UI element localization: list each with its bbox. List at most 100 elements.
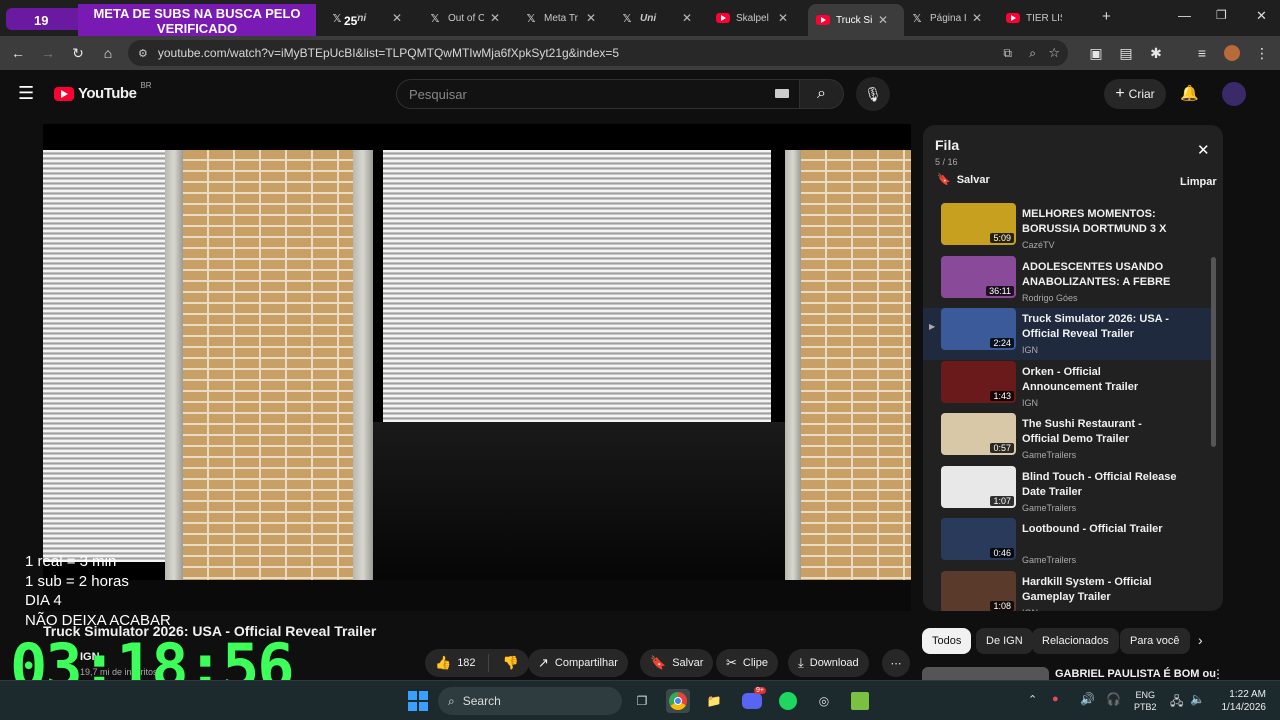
spotify-icon[interactable] [776,689,800,713]
chrome-icon[interactable] [666,689,690,713]
queue-item-channel[interactable]: GameTrailers [1022,450,1076,460]
tab-x-4[interactable]: 𝕏 Uni ✕ [620,6,708,30]
tab-x-3[interactable]: 𝕏 Meta Tr ✕ [524,6,612,30]
queue-item-thumbnail[interactable]: 0:57 [941,413,1016,455]
queue-item-title[interactable]: Blind Touch - Official Release Date Trai… [1022,470,1182,500]
close-icon[interactable]: ✕ [490,11,500,25]
home-icon[interactable]: ⌂ [98,43,118,63]
forward-icon[interactable]: → [38,43,58,63]
install-icon[interactable]: ⧉ [1003,46,1012,61]
queue-item[interactable]: ▶ 2:24 Truck Simulator 2026: USA - Officia… [923,308,1211,360]
browser-menu-icon[interactable]: ⋮ [1252,43,1272,63]
thumbs-down-icon[interactable]: 👎 [503,655,519,671]
extension-icon[interactable]: ▣ [1086,43,1106,63]
queue-item-thumbnail[interactable]: 5:09 [941,203,1016,245]
recommended-more-icon[interactable]: ⋮ [1212,667,1224,681]
queue-item-channel[interactable]: Rodrigo Góes [1022,293,1078,303]
queue-save-button[interactable]: 🔖 Salvar [937,173,990,187]
close-icon[interactable]: ✕ [778,11,788,25]
windows-start-icon[interactable] [406,689,430,713]
profile-avatar[interactable] [1222,43,1242,63]
extension-icon-2[interactable]: ▤ [1116,43,1136,63]
queue-item-thumbnail[interactable]: 36:11 [941,255,1016,298]
tray-headset-icon[interactable]: 🎧 [1106,692,1121,706]
speaker-icon[interactable]: 🔈 [1190,692,1205,706]
taskbar-search-box[interactable]: ⌕ Search [438,687,622,715]
share-button[interactable]: ↗ Compartilhar [528,649,628,677]
tray-app-icon[interactable]: ● [1052,693,1059,705]
close-icon[interactable]: ✕ [972,11,982,25]
tray-chevron-icon[interactable]: ⌃ [1028,693,1037,706]
restore-icon[interactable]: ❐ [1216,8,1227,22]
app-icon[interactable]: ◎ [812,689,836,713]
extensions-puzzle-icon[interactable]: ✱ [1146,43,1166,63]
tab-youtube-active[interactable]: Truck Si ✕ [808,4,904,36]
notifications-bell-icon[interactable]: 🔔 [1180,84,1199,102]
site-info-icon[interactable]: ⚙ [138,47,148,60]
queue-item-title[interactable]: Lootbound - Official Trailer [1022,522,1182,537]
queue-item-thumbnail[interactable]: 1:08 [941,570,1016,611]
create-button[interactable]: + Criar [1104,79,1166,109]
queue-item[interactable]: 5:09 MELHORES MOMENTOS: BORUSSIA DORTMUND… [923,203,1211,255]
chip-from-ign[interactable]: De IGN [976,628,1033,654]
recommended-thumbnail[interactable] [922,667,1049,681]
zoom-icon[interactable]: ⌕ [1029,46,1036,61]
tab-x-2[interactable]: 𝕏 Out of C ✕ [428,6,516,30]
youtube-logo[interactable]: YouTube BR [54,81,152,102]
menu-icon[interactable]: ☰ [18,83,34,104]
recommended-title[interactable]: GABRIEL PAULISTA É BOM ou [1055,668,1216,680]
queue-clear-button[interactable]: Limpar [1180,176,1217,188]
tab-youtube-1[interactable]: Skalpel ✕ [716,6,804,30]
language-indicator[interactable]: ENG PTB2 [1134,689,1157,713]
task-view-icon[interactable]: ❐ [630,689,654,713]
queue-item-channel[interactable]: IGN [1022,345,1038,355]
queue-item-channel[interactable]: IGN [1022,398,1038,408]
search-input[interactable]: Pesquisar [396,79,800,109]
queue-item[interactable]: 1:07 Blind Touch - Official Release Date … [923,465,1211,518]
download-button[interactable]: ⤓ Download [788,649,869,677]
network-icon[interactable]: 🖧 [1170,692,1183,713]
tab-x-5[interactable]: 𝕏 Página I ✕ [910,6,998,30]
queue-item-title[interactable]: ADOLESCENTES USANDO ANABOLIZANTES: A FEB… [1022,260,1182,290]
queue-item-thumbnail[interactable]: 2:24 [941,308,1016,350]
close-icon[interactable]: ✕ [682,11,692,25]
queue-close-icon[interactable]: ✕ [1197,141,1210,159]
queue-item-title[interactable]: Truck Simulator 2026: USA - Official Rev… [1022,312,1182,342]
close-icon[interactable]: ✕ [878,13,888,27]
close-window-icon[interactable]: ✕ [1256,8,1267,24]
queue-item-thumbnail[interactable]: 1:07 [941,465,1016,508]
app-icon-green[interactable] [848,689,872,713]
queue-item-channel[interactable]: CazéTV [1022,240,1055,250]
chip-for-you[interactable]: Para você [1120,628,1190,654]
queue-item[interactable]: 36:11 ADOLESCENTES USANDO ANABOLIZANTES: … [923,255,1211,308]
clock[interactable]: 1:22 AM 1/14/2026 [1210,688,1267,714]
queue-scrollbar[interactable] [1211,257,1216,447]
file-explorer-icon[interactable]: 📁 [702,689,726,713]
reload-icon[interactable]: ↻ [68,43,88,63]
queue-item[interactable]: 1:08 Hardkill System - Official Gameplay … [923,570,1211,611]
bookmark-star-icon[interactable]: ☆ [1048,45,1060,61]
back-icon[interactable]: ← [8,43,28,63]
minimize-icon[interactable]: — [1178,8,1191,23]
queue-item-thumbnail[interactable]: 0:46 [941,518,1016,560]
clip-button[interactable]: ✂ Clipe [716,649,778,677]
chips-next-icon[interactable]: › [1198,632,1203,648]
queue-item[interactable]: 0:46 Lootbound - Official Trailer GameTrai… [923,518,1211,570]
save-button[interactable]: 🔖 Salvar [640,649,714,677]
queue-item[interactable]: 0:57 The Sushi Restaurant - Official Demo… [923,413,1211,465]
address-bar[interactable]: ⚙ youtube.com/watch?v=iMyBTEpUcBI&list=T… [128,40,1068,66]
volume-tray-icon[interactable]: 🔊 [1080,692,1095,706]
queue-item-title[interactable]: The Sushi Restaurant - Official Demo Tra… [1022,417,1182,447]
queue-item-channel[interactable]: GameTrailers [1022,555,1076,565]
like-button[interactable]: 👍 182 👎 [425,649,529,677]
close-icon[interactable]: ✕ [392,11,402,25]
chip-related[interactable]: Relacionados [1032,628,1119,654]
search-button[interactable]: ⌕ [800,79,844,109]
queue-item-thumbnail[interactable]: 1:43 [941,360,1016,403]
queue-item-title[interactable]: Orken - Official Announcement Trailer [1022,365,1182,395]
voice-search-button[interactable]: 🎙 [856,77,890,111]
queue-item[interactable]: 1:43 Orken - Official Announcement Traile… [923,360,1211,413]
queue-item-channel[interactable]: GameTrailers [1022,503,1076,513]
chip-all[interactable]: Todos [922,628,972,654]
more-actions-button[interactable]: ⋯ [882,649,910,677]
